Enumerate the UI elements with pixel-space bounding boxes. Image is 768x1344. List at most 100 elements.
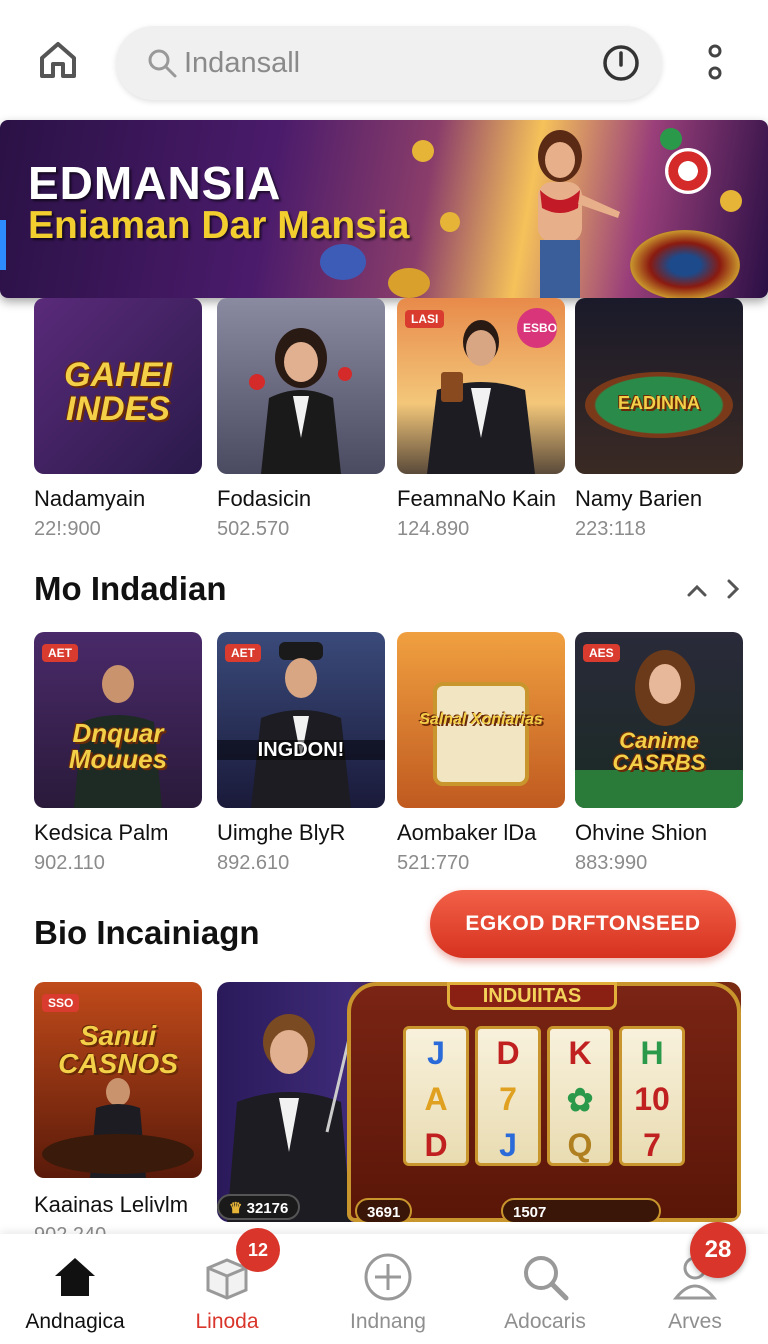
bottom-nav: Andnagica 12 Linoda Indnang Adocaris Arv…: [0, 1228, 768, 1344]
section-title: Mo Indadian: [34, 570, 227, 607]
game-thumbnail: AET INGDON!: [217, 632, 385, 808]
game-count: 124.890: [397, 518, 470, 540]
game-card[interactable]: AES Canime CASRBS Ohvine Shion 883:990: [575, 632, 743, 875]
game-name: Namy Barien: [575, 486, 703, 511]
reel-symbol: K: [568, 1035, 592, 1071]
home-icon[interactable]: [34, 36, 82, 84]
person-image: [427, 320, 535, 474]
chip-mid-value: 1507: [513, 1204, 547, 1221]
game-count: 883:990: [575, 852, 648, 874]
game-card[interactable]: Salnal Xoniarias Aombaker lDa 521:770: [397, 632, 565, 875]
banner-subtitle: Eniaman Dar Mansia: [28, 204, 410, 247]
search-input[interactable]: [184, 42, 584, 84]
person-image: [42, 1078, 194, 1178]
game-name: Ohvine Shion: [575, 820, 708, 845]
nav-label: Linoda: [195, 1310, 259, 1333]
thumbnail-title: INGDON!: [217, 740, 385, 760]
thumbnail-title: Canime CASRBS: [612, 728, 706, 775]
nav-label: Indnang: [350, 1310, 426, 1333]
search-bar[interactable]: [116, 26, 662, 100]
power-icon[interactable]: [602, 44, 640, 82]
person-image: [575, 650, 743, 808]
nav-item-linoda[interactable]: 12 Linoda: [152, 1228, 302, 1344]
banner-title: EDMANSIA: [28, 157, 282, 209]
reel-symbol: D: [496, 1035, 520, 1071]
nav-label: Adocaris: [504, 1310, 586, 1333]
reel-symbol: Q: [567, 1127, 593, 1163]
game-card[interactable]: EADINNA Namy Barien 223:118: [575, 298, 743, 541]
game-name: Aombaker lDa: [397, 820, 537, 845]
chip-graphic: [665, 148, 711, 194]
slot-title: INDUIITAS: [447, 982, 617, 1010]
reel-symbol: 7: [643, 1127, 661, 1163]
reel-symbol: 7: [499, 1081, 517, 1117]
nav-label: Arves: [668, 1310, 722, 1333]
section-title: Bio Incainiagn: [34, 914, 260, 951]
chip-count-value: 3691: [367, 1204, 401, 1221]
cta-button[interactable]: EGKOD DRFTONSEED: [430, 890, 736, 958]
game-thumbnail: GAHEI INDES: [34, 298, 202, 474]
promo-banner[interactable]: EDMANSIA Eniaman Dar Mansia: [0, 120, 768, 298]
reel-symbol: J: [427, 1035, 445, 1071]
featured-slot-card[interactable]: INDUIITAS J A D D 7 J K ✿ Q H 10 7 ♛ 321…: [217, 982, 741, 1222]
game-thumbnail: SSO Sanui CASNOS: [34, 982, 202, 1178]
chip-left-value: 32176: [246, 1200, 289, 1217]
coin-graphic: [720, 190, 742, 212]
reel-symbol: A: [424, 1081, 448, 1117]
reel-symbol: ✿: [566, 1082, 594, 1118]
game-thumbnail: AET Dnquar Mouues: [34, 632, 202, 808]
banner-model-image: [538, 130, 620, 298]
game-name: FeamnaNo Kain: [397, 486, 556, 511]
plus-circle-icon: [364, 1253, 412, 1301]
notification-badge: 12: [236, 1228, 280, 1272]
coin-graphic: [388, 268, 430, 298]
game-thumbnail: Salnal Xoniarias: [397, 632, 565, 808]
thumbnail-title: Salnal Xoniarias: [419, 711, 543, 728]
nav-item-indnang[interactable]: Indnang: [313, 1234, 463, 1344]
game-count: 22!:900: [34, 518, 101, 540]
roulette-graphic: [630, 230, 740, 298]
thumbnail-title: Dnquar Mouues: [68, 718, 168, 774]
person-image: [251, 642, 351, 808]
chevron-up-icon[interactable]: [684, 578, 710, 604]
game-name: Uimghe BlyR: [217, 820, 346, 845]
more-options-icon[interactable]: [698, 42, 732, 82]
slot-machine-graphic: [433, 682, 529, 786]
game-card[interactable]: SSO Sanui CASNOS Kaainas Lelivlm 902.240: [34, 982, 202, 1247]
game-name: Kedsica Palm: [34, 820, 169, 845]
game-name: Kaainas Lelivlm: [34, 1192, 189, 1217]
game-card[interactable]: AET Dnquar Mouues Kedsica Palm 902.110: [34, 632, 202, 875]
game-card[interactable]: GAHEI INDES Nadamyain 22!:900: [34, 298, 202, 541]
reel-symbol: 10: [634, 1081, 670, 1117]
chevron-right-icon[interactable]: [720, 576, 746, 602]
search-icon: [148, 49, 177, 78]
game-count: 892.610: [217, 852, 290, 874]
nav-item-adocaris[interactable]: Adocaris: [470, 1234, 620, 1344]
game-card[interactable]: AET INGDON! Uimghe BlyR 892.610: [217, 632, 385, 875]
coin-graphic: [412, 140, 434, 162]
thumbnail-title: GAHEI INDES: [64, 356, 172, 428]
game-count: 902.110: [34, 852, 105, 874]
top-bar: [0, 0, 768, 120]
game-name: Nadamyain: [34, 486, 146, 511]
notification-badge: 28: [690, 1222, 746, 1278]
reel-symbol: D: [424, 1127, 448, 1163]
game-name: Fodasicin: [217, 486, 312, 511]
game-count: 223:118: [575, 518, 646, 540]
game-thumbnail: LASI ESBO: [397, 298, 565, 474]
coin-graphic: [440, 212, 460, 232]
nav-item-home[interactable]: Andnagica: [0, 1234, 150, 1344]
slot-reel: H 10 7: [619, 1026, 685, 1166]
game-card[interactable]: LASI ESBO FeamnaNo Kain 124.890: [397, 298, 565, 541]
search-icon: [524, 1256, 569, 1301]
slot-reel: D 7 J: [475, 1026, 541, 1166]
slot-coin-count: 3691: [355, 1198, 413, 1222]
game-card[interactable]: Fodasicin 502.570: [217, 298, 385, 541]
reel-symbol: H: [640, 1035, 664, 1071]
person-image: [227, 1014, 355, 1222]
game-count: 502.570: [217, 518, 290, 540]
game-thumbnail: AES Canime CASRBS: [575, 632, 743, 808]
nav-label: Andnagica: [25, 1310, 125, 1333]
game-count: 521:770: [397, 852, 470, 874]
slot-reel: J A D: [403, 1026, 469, 1166]
